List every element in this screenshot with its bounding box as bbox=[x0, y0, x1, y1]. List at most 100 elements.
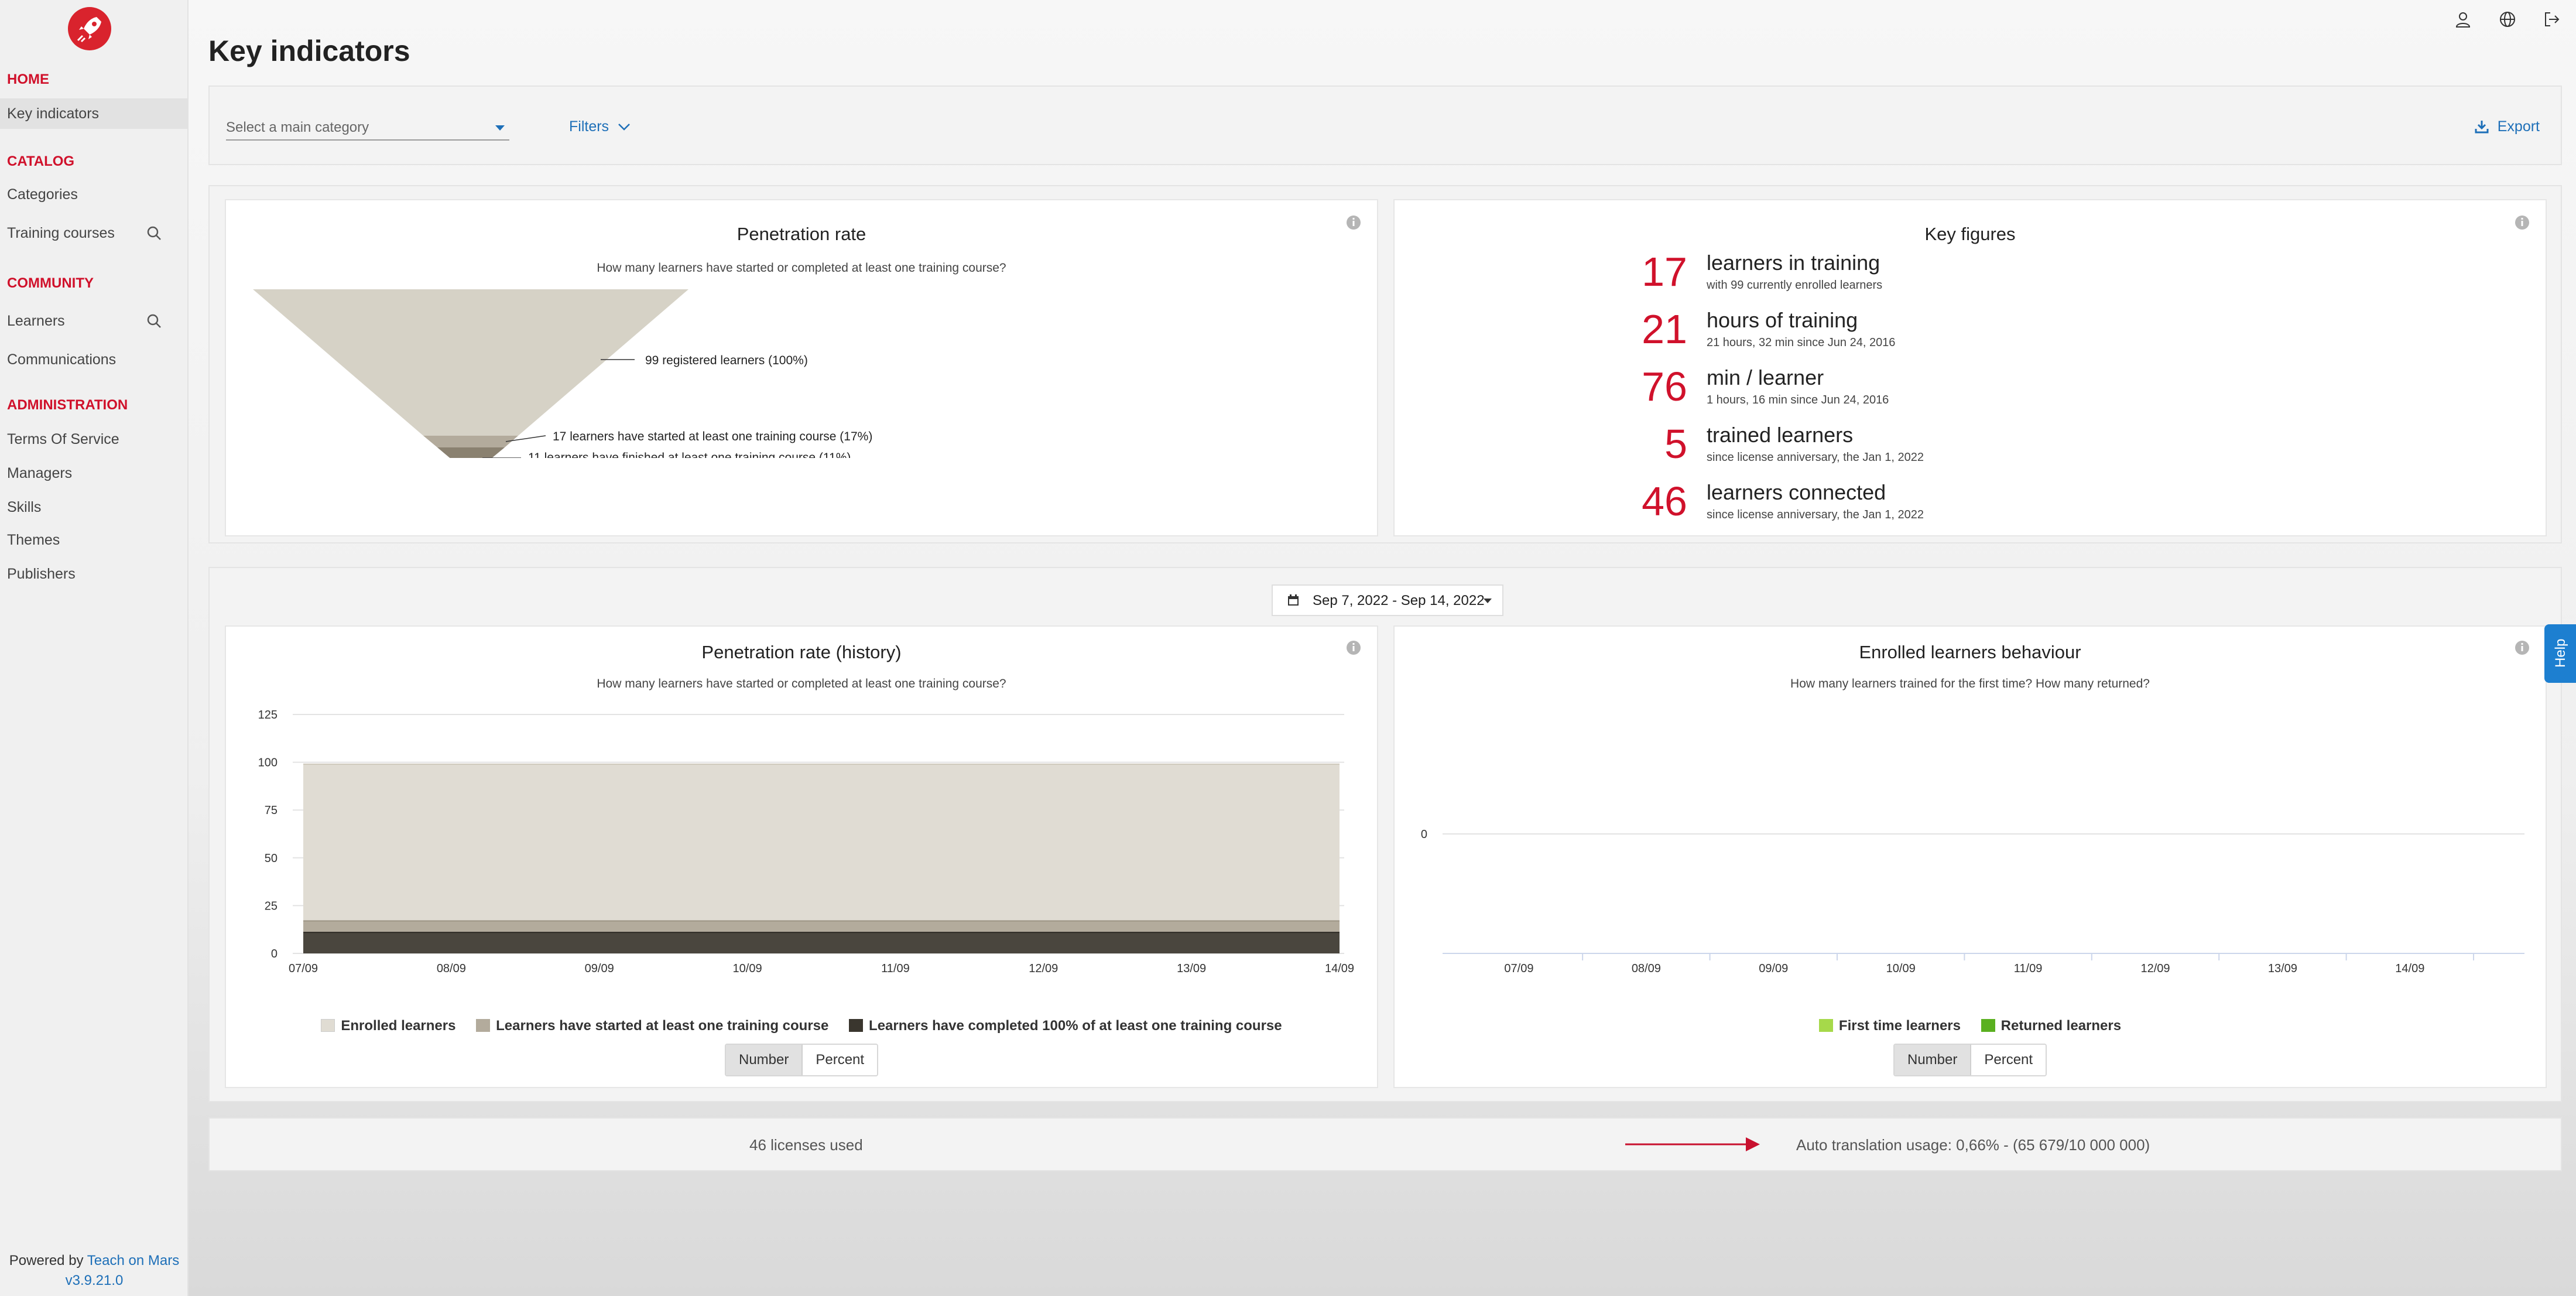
nav-section-home: HOME bbox=[7, 71, 49, 87]
sidebar-item-themes[interactable]: Themes bbox=[0, 525, 189, 555]
x-tick-label: 08/09 bbox=[1632, 962, 1661, 975]
sidebar-item-communications[interactable]: Communications bbox=[0, 344, 189, 375]
x-tick-label: 13/09 bbox=[2268, 962, 2297, 975]
search-icon[interactable] bbox=[146, 313, 162, 329]
key-figure-value: 76 bbox=[1642, 364, 1687, 409]
legend-label: Enrolled learners bbox=[341, 1018, 456, 1034]
sidebar-item-label: Communications bbox=[7, 351, 117, 368]
x-tick-label: 11/09 bbox=[2014, 962, 2043, 975]
funnel-segment-finished[interactable] bbox=[437, 447, 505, 458]
search-icon[interactable] bbox=[146, 225, 162, 241]
sidebar-item-skills[interactable]: Skills bbox=[0, 492, 189, 522]
key-figure-row: 5 trained learners since license anniver… bbox=[1629, 418, 2156, 474]
x-tick-label: 10/09 bbox=[733, 962, 762, 975]
history-section: Sep 7, 2022 - Sep 14, 2022 Penetration r… bbox=[208, 567, 2562, 1102]
legend-item-first-time[interactable]: First time learners bbox=[1818, 1018, 1961, 1034]
info-icon[interactable] bbox=[2514, 214, 2530, 231]
rocket-logo-icon[interactable] bbox=[68, 7, 111, 50]
sidebar-item-label: Training courses bbox=[7, 225, 115, 241]
export-button[interactable]: Export bbox=[2475, 118, 2540, 135]
card-subtitle: How many learners have started or comple… bbox=[597, 261, 1006, 275]
behaviour-bar-chart: 0 07/09 08/09 09/09 10/09 11/09 12/09 13/09 14/0… bbox=[1421, 828, 2524, 975]
sidebar-item-label: Publishers bbox=[7, 566, 76, 582]
key-figure-label: hours of training bbox=[1707, 308, 1858, 332]
sidebar-item-categories[interactable]: Categories bbox=[0, 179, 189, 210]
percent-toggle-button[interactable]: Percent bbox=[1971, 1045, 2046, 1075]
help-label: Help bbox=[2553, 638, 2568, 668]
powered-by-link[interactable]: Teach on Mars bbox=[87, 1253, 179, 1268]
x-tick-label: 07/09 bbox=[1504, 962, 1533, 975]
sidebar-item-label: Terms Of Service bbox=[7, 431, 119, 447]
funnel-segment-started[interactable] bbox=[423, 436, 518, 447]
funnel-label-finished: 11 learners have finished at least one t… bbox=[528, 451, 851, 458]
card-subtitle: How many learners trained for the first … bbox=[1790, 677, 2150, 690]
y-tick-label: 75 bbox=[265, 804, 278, 817]
filter-bar: Select a main category Filters Export bbox=[208, 86, 2562, 165]
legend-label: Learners have completed 100% of at least… bbox=[869, 1018, 1282, 1034]
category-select[interactable]: Select a main category bbox=[226, 117, 509, 141]
category-select-placeholder: Select a main category bbox=[226, 119, 369, 135]
x-tick-label: 09/09 bbox=[1759, 962, 1788, 975]
version-label: v3.9.21.0 bbox=[65, 1273, 124, 1288]
funnel-segment-registered[interactable] bbox=[253, 289, 688, 436]
usage-footer: 46 licenses used Auto translation usage:… bbox=[208, 1117, 2562, 1171]
card-title: Enrolled learners behaviour bbox=[1859, 642, 2081, 662]
info-icon[interactable] bbox=[2514, 640, 2530, 656]
history-toggle: Number Percent bbox=[725, 1044, 879, 1076]
filters-button[interactable]: Filters bbox=[569, 118, 631, 135]
x-tick-label: 07/09 bbox=[289, 962, 318, 975]
globe-icon[interactable] bbox=[2498, 9, 2517, 29]
behaviour-legend: First time learners Returned learners bbox=[1395, 1018, 2546, 1034]
arrow-right-icon bbox=[1625, 1137, 1760, 1151]
legend-item-enrolled[interactable]: Enrolled learners bbox=[321, 1018, 455, 1034]
caret-down-icon bbox=[1484, 599, 1492, 603]
auto-translation-usage-text: Auto translation usage: 0,66% - (65 679/… bbox=[1796, 1136, 2150, 1154]
chevron-down-icon bbox=[618, 124, 630, 131]
legend-item-started[interactable]: Learners have started at least one train… bbox=[476, 1018, 828, 1034]
key-figure-value: 5 bbox=[1664, 421, 1687, 467]
download-icon bbox=[2475, 121, 2489, 134]
y-tick-label: 0 bbox=[1421, 828, 1427, 841]
sidebar-item-terms-of-service[interactable]: Terms Of Service bbox=[0, 424, 189, 454]
sidebar-item-managers[interactable]: Managers bbox=[0, 458, 189, 488]
calendar-icon bbox=[1288, 594, 1299, 606]
x-tick-label: 11/09 bbox=[881, 962, 910, 975]
percent-toggle-button[interactable]: Percent bbox=[803, 1045, 878, 1075]
y-tick-label: 100 bbox=[258, 757, 278, 770]
number-toggle-button[interactable]: Number bbox=[1895, 1045, 1972, 1075]
sidebar-item-learners[interactable]: Learners bbox=[0, 306, 189, 336]
key-figure-value: 46 bbox=[1642, 478, 1687, 524]
key-figure-sub: 21 hours, 32 min since Jun 24, 2016 bbox=[1707, 336, 1896, 349]
x-tick-label: 12/09 bbox=[1029, 962, 1058, 975]
date-range-picker[interactable]: Sep 7, 2022 - Sep 14, 2022 bbox=[1272, 584, 1503, 616]
funnel-chart: 99 registered learners (100%) 17 learner… bbox=[253, 289, 872, 458]
sidebar: HOME Key indicators CATALOG Categories T… bbox=[0, 0, 189, 1296]
sidebar-item-publishers[interactable]: Publishers bbox=[0, 559, 189, 589]
legend-item-completed[interactable]: Learners have completed 100% of at least… bbox=[849, 1018, 1282, 1034]
logout-icon[interactable] bbox=[2542, 9, 2562, 29]
funnel-label-registered: 99 registered learners (100%) bbox=[645, 354, 808, 367]
user-icon[interactable] bbox=[2453, 9, 2473, 29]
key-figure-row: 46 learners connected since license anni… bbox=[1629, 476, 2156, 532]
x-tick-label: 09/09 bbox=[585, 962, 614, 975]
legend-item-returned[interactable]: Returned learners bbox=[1981, 1018, 2121, 1034]
filters-label: Filters bbox=[569, 118, 609, 135]
export-label: Export bbox=[2497, 118, 2540, 135]
help-tab[interactable]: Help bbox=[2544, 624, 2576, 683]
key-figure-label: learners connected bbox=[1707, 480, 1886, 504]
key-figure-label: trained learners bbox=[1707, 423, 1854, 447]
y-tick-label: 0 bbox=[271, 948, 278, 960]
number-toggle-button[interactable]: Number bbox=[726, 1045, 803, 1075]
x-tick-label: 14/09 bbox=[2395, 962, 2424, 975]
behaviour-toggle: Number Percent bbox=[1893, 1044, 2047, 1076]
page-title: Key indicators bbox=[208, 35, 410, 67]
key-figure-sub: since license anniversary, the Jan 1, 20… bbox=[1707, 508, 1924, 521]
info-icon[interactable] bbox=[1345, 214, 1362, 231]
key-figure-label: learners in training bbox=[1707, 251, 1880, 275]
area-series-2[interactable] bbox=[303, 932, 1340, 953]
key-figure-row: 76 min / learner 1 hours, 16 min since J… bbox=[1629, 361, 2156, 417]
card-title: Key figures bbox=[1924, 224, 2016, 244]
info-icon[interactable] bbox=[1345, 640, 1362, 656]
sidebar-item-key-indicators[interactable]: Key indicators bbox=[0, 98, 189, 129]
sidebar-item-training-courses[interactable]: Training courses bbox=[0, 218, 189, 248]
